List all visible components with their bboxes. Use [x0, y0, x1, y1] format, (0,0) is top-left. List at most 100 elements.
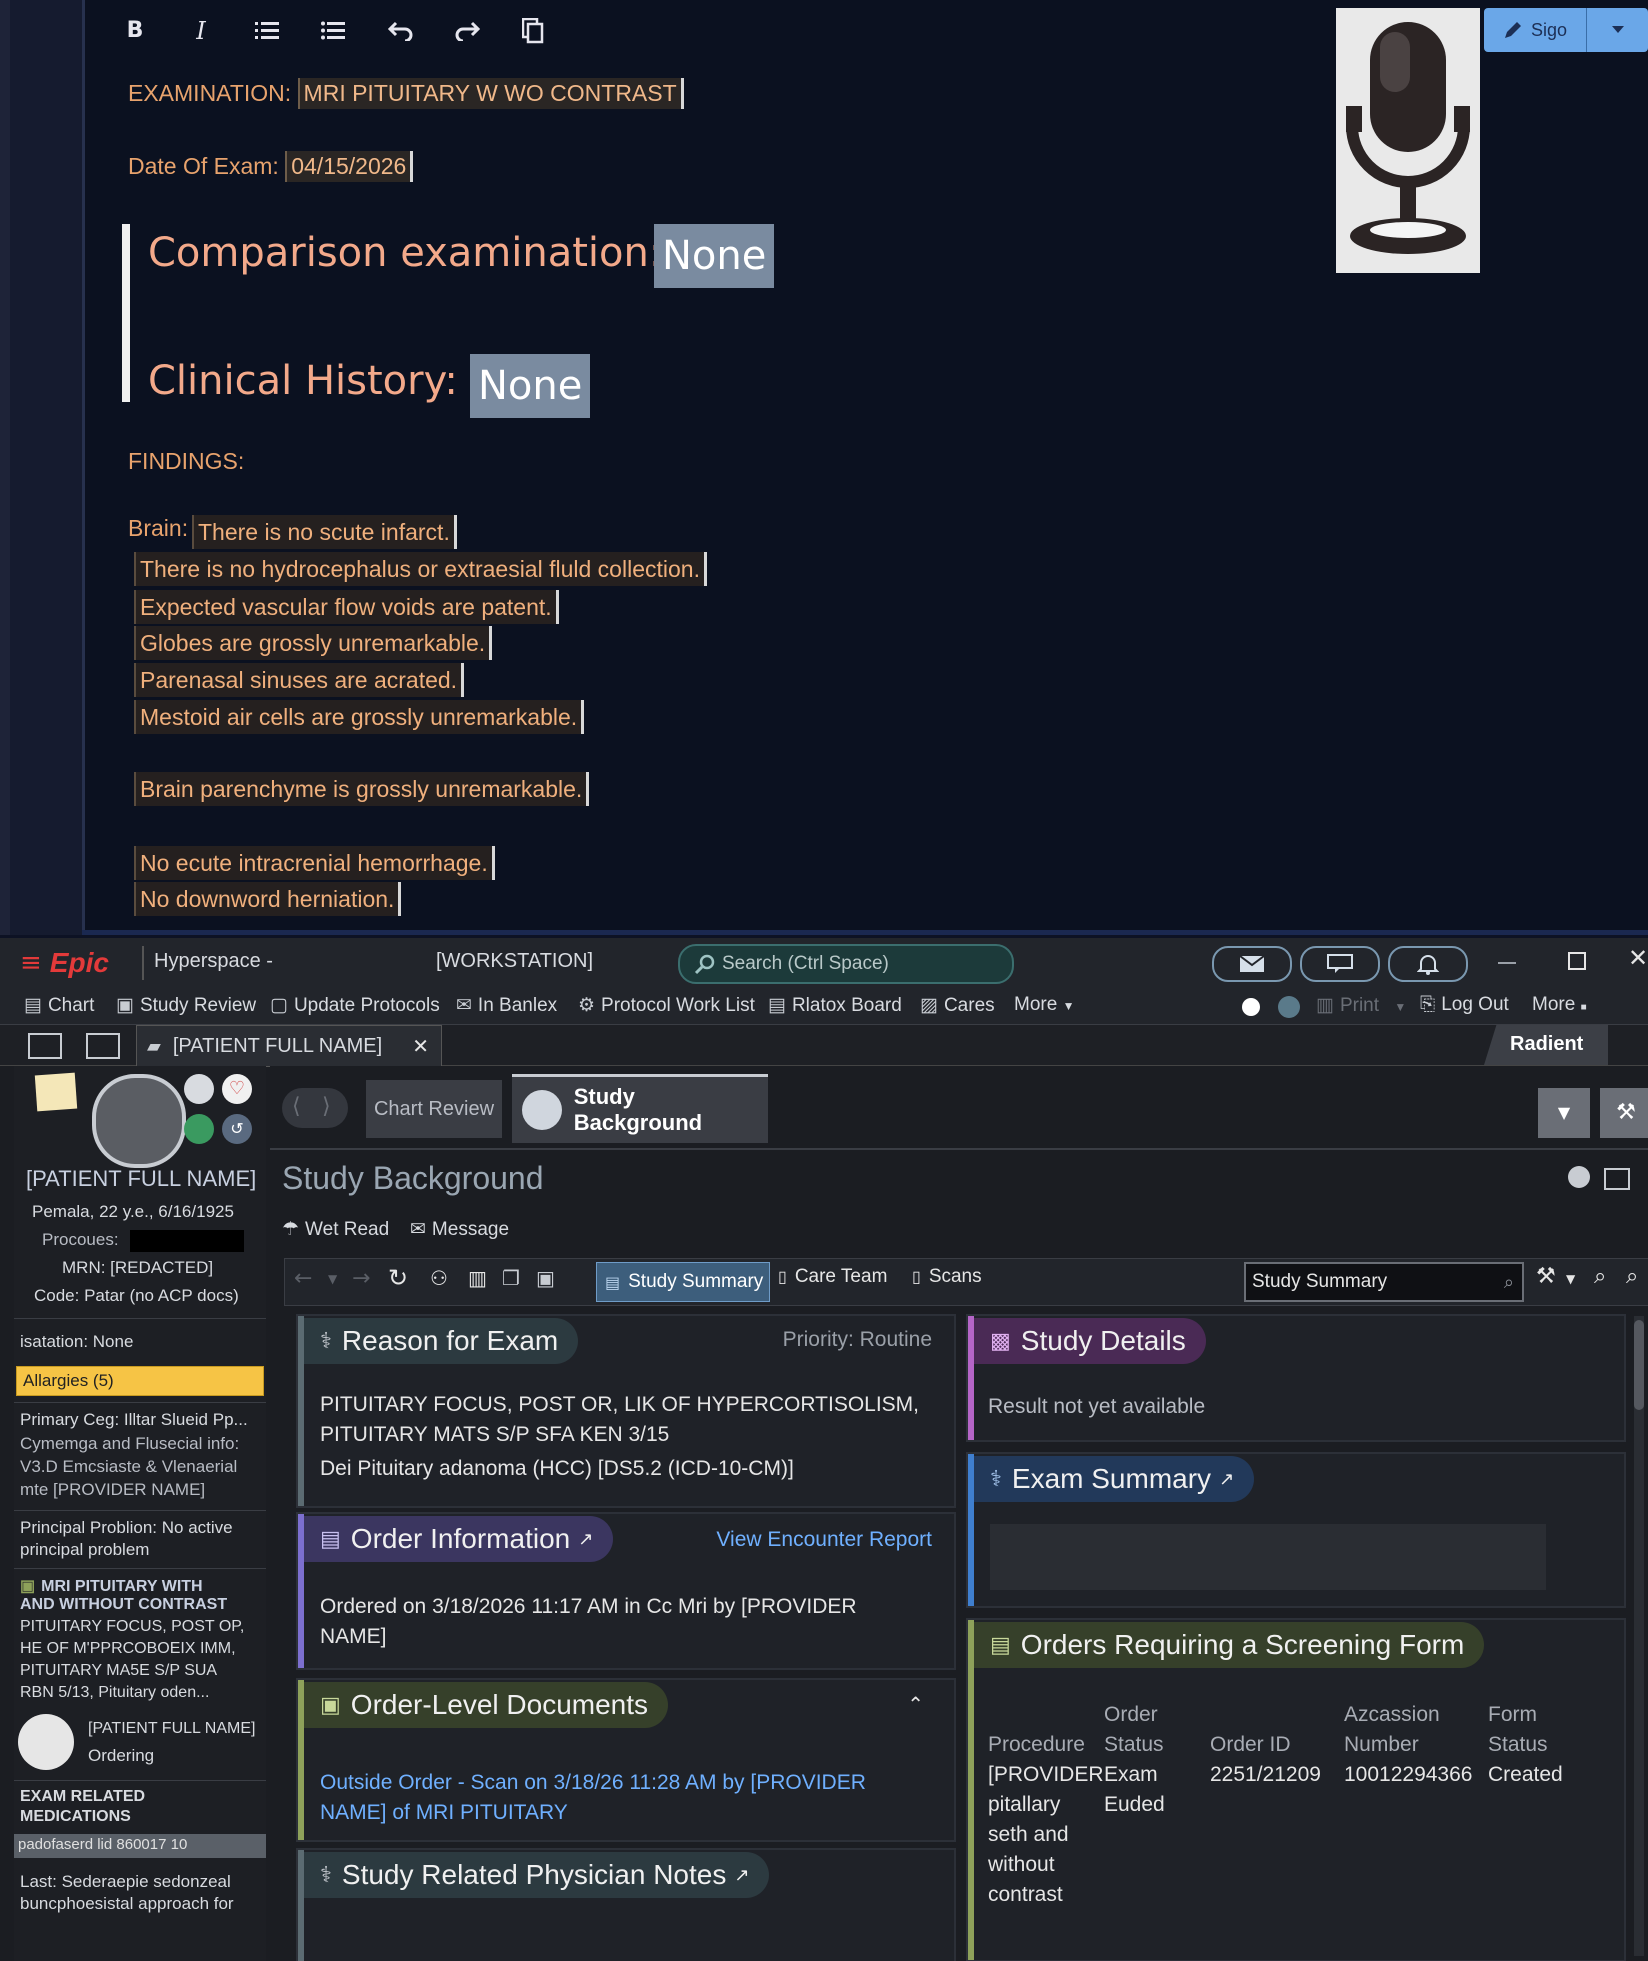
export-icon[interactable]: ▣ [536, 1266, 555, 1290]
sub-tab-study-summary[interactable]: ▤ Study Summary [596, 1262, 770, 1302]
undo-button[interactable] [384, 14, 418, 48]
scrollbar-track[interactable] [1634, 1316, 1644, 1956]
ordering-name[interactable]: [PATIENT FULL NAME] [88, 1720, 255, 1738]
italic-button[interactable]: I [184, 14, 218, 48]
menu-protocol-work-list[interactable]: ⚙ Protocol Work List [578, 994, 755, 1017]
finding-line[interactable]: Mestoid air cells are grossly unremarkab… [134, 700, 585, 734]
finding-line[interactable]: No downword herniation. [134, 882, 402, 916]
clinical-history-field[interactable]: None [470, 354, 591, 418]
back-forward-nav[interactable]: ⟨ ⟩ [282, 1088, 348, 1128]
wrench-icon[interactable]: ⚒ [1536, 1264, 1556, 1289]
menu-study-review[interactable]: ▣ Study Review [116, 994, 256, 1017]
patient-tab[interactable]: ▰ [PATIENT FULL NAME] ✕ [136, 1025, 442, 1067]
scrollbar-thumb[interactable] [1634, 1320, 1644, 1410]
procedure-link[interactable]: pitallary [988, 1790, 1060, 1820]
tab-study-background[interactable]: Study Background [512, 1074, 768, 1143]
date-field[interactable]: 04/15/2026 [285, 151, 414, 182]
sub-tab-scans[interactable]: ▯ Scans [912, 1266, 982, 1288]
allergies-banner[interactable]: Allargies (5) [16, 1366, 264, 1396]
chevron-down-icon[interactable]: ▼ [1566, 1272, 1575, 1286]
tab-chart-review[interactable]: Chart Review [366, 1080, 502, 1138]
notifications-button[interactable] [1388, 946, 1468, 982]
sticky-note-icon[interactable] [34, 1072, 78, 1112]
menu-cares[interactable]: ▨ Cares [920, 994, 995, 1017]
print-button[interactable]: ▥ Print ▼ [1316, 994, 1406, 1017]
back-icon[interactable]: ← [294, 1266, 312, 1291]
refresh-icon[interactable]: ↻ [388, 1264, 408, 1292]
close-tab-icon[interactable]: ✕ [412, 1034, 429, 1058]
patient-photo[interactable] [92, 1074, 186, 1168]
finding-line[interactable]: No ecute intracrenial hemorrhage. [134, 846, 495, 880]
procedure-link[interactable]: [PROVIDER [988, 1760, 1104, 1790]
menu-status-board[interactable]: ▤ Rlatox Board [768, 994, 902, 1017]
forward-arrow-icon[interactable]: ⟩ [322, 1094, 331, 1119]
maximize-button[interactable] [1568, 952, 1586, 970]
sub-tab-care-team[interactable]: ▯ Care Team [778, 1266, 887, 1288]
monitor-icon[interactable] [184, 1114, 214, 1144]
close-window-button[interactable]: ✕ [1628, 944, 1648, 972]
print-icon[interactable]: ▥ [468, 1266, 487, 1290]
order-information-header[interactable]: ▤ Order Information ↗ [304, 1516, 614, 1562]
menu-more[interactable]: More ▼ [1014, 994, 1074, 1016]
finding-line[interactable]: Brain parenchyme is grossly unremarkable… [134, 772, 590, 806]
list-tab-icon[interactable] [86, 1033, 120, 1059]
menu-chart[interactable]: ▤ Chart [24, 994, 94, 1017]
binoculars-icon[interactable]: ⚇ [430, 1266, 448, 1290]
comparison-field[interactable]: None [654, 224, 775, 288]
exam-summary-header[interactable]: ⚕ Exam Summary ↗ [974, 1456, 1255, 1502]
logout-button[interactable]: ⎘ Log Out [1420, 994, 1509, 1016]
procedure-link[interactable]: contrast [988, 1880, 1063, 1910]
med-row[interactable]: padofaserd lid 860017 10 [14, 1834, 266, 1858]
outside-order-link[interactable]: NAME] of MRI PITUITARY [320, 1798, 568, 1828]
menu-in-basket[interactable]: ✉ In Banlex [456, 994, 557, 1017]
sign-dropdown-button[interactable] [1587, 8, 1648, 52]
care-team-icon[interactable] [184, 1074, 214, 1104]
outside-order-link[interactable]: Outside Order - Scan on 3/18/26 11:28 AM… [320, 1768, 866, 1798]
home-tab-icon[interactable] [28, 1033, 62, 1059]
copy-button[interactable] [516, 14, 550, 48]
bullet-list-button[interactable] [316, 14, 350, 48]
screening-form-header: ▤ Orders Requiring a Screening Form [974, 1622, 1485, 1668]
search-input[interactable]: Search (Ctrl Space) [678, 944, 1014, 984]
view-encounter-report-link[interactable]: View Encounter Report [716, 1528, 932, 1552]
section-search-input[interactable]: Study Summary ⌕ [1244, 1262, 1524, 1302]
collapse-icon[interactable]: ⌃ [907, 1692, 924, 1716]
physician-notes-header[interactable]: ⚕ Study Related Physician Notes ↗ [304, 1852, 770, 1898]
microphone-button[interactable] [1336, 8, 1480, 273]
patient-name[interactable]: [PATIENT FULL NAME] [26, 1166, 256, 1192]
inbox-button[interactable] [1212, 946, 1292, 982]
zoom-icon[interactable]: ⌕ [1626, 1264, 1638, 1289]
finding-line[interactable]: There is no scute infarct. [192, 515, 457, 549]
right-more-button[interactable]: More ■ [1532, 994, 1587, 1016]
order-title[interactable]: ▣ MRI PITUITARY WITH [20, 1576, 203, 1596]
globe-icon[interactable] [1278, 996, 1300, 1018]
finding-line[interactable]: There is no hydrocephalus or extraesial … [134, 552, 707, 586]
finding-line[interactable]: Parenasal sinuses are acrated. [134, 663, 465, 697]
epic-logo[interactable]: ≡ Epic [20, 944, 109, 982]
procedure-link[interactable]: without [988, 1850, 1055, 1880]
bold-button[interactable]: B [118, 14, 152, 48]
back-arrow-icon[interactable]: ⟨ [292, 1094, 301, 1119]
window-icon[interactable] [1604, 1168, 1630, 1190]
numbered-list-button[interactable] [250, 14, 284, 48]
redo-button[interactable] [450, 14, 484, 48]
menu-update-protocols[interactable]: ▢ Update Protocols [270, 994, 440, 1017]
help-icon[interactable] [1568, 1166, 1590, 1188]
message-button[interactable]: ✉ Message [410, 1218, 509, 1241]
sign-button[interactable]: Sigo [1484, 8, 1587, 52]
heart-icon[interactable]: ♡ [222, 1074, 252, 1104]
wet-read-button[interactable]: ☂ Wet Read [282, 1218, 389, 1241]
minimize-button[interactable] [1498, 962, 1516, 964]
chat-button[interactable] [1300, 946, 1380, 982]
activity-dropdown-button[interactable]: ▼ [1538, 1088, 1590, 1138]
forward-icon[interactable]: → [352, 1266, 370, 1291]
examination-field[interactable]: MRI PITUITARY W WO CONTRAST [297, 78, 684, 109]
procedure-link[interactable]: seth and [988, 1820, 1069, 1850]
history-icon[interactable]: ↺ [222, 1114, 252, 1144]
finding-line[interactable]: Globes are grossly unremarkable. [134, 626, 493, 660]
copy-icon[interactable]: ❐ [502, 1266, 520, 1290]
search-icon[interactable]: ⌕ [1594, 1264, 1606, 1289]
finding-line[interactable]: Expected vascular flow voids are patent. [134, 590, 559, 624]
chevron-down-icon[interactable]: ▼ [328, 1272, 337, 1286]
wrench-icon[interactable]: ⚒ [1600, 1088, 1648, 1138]
